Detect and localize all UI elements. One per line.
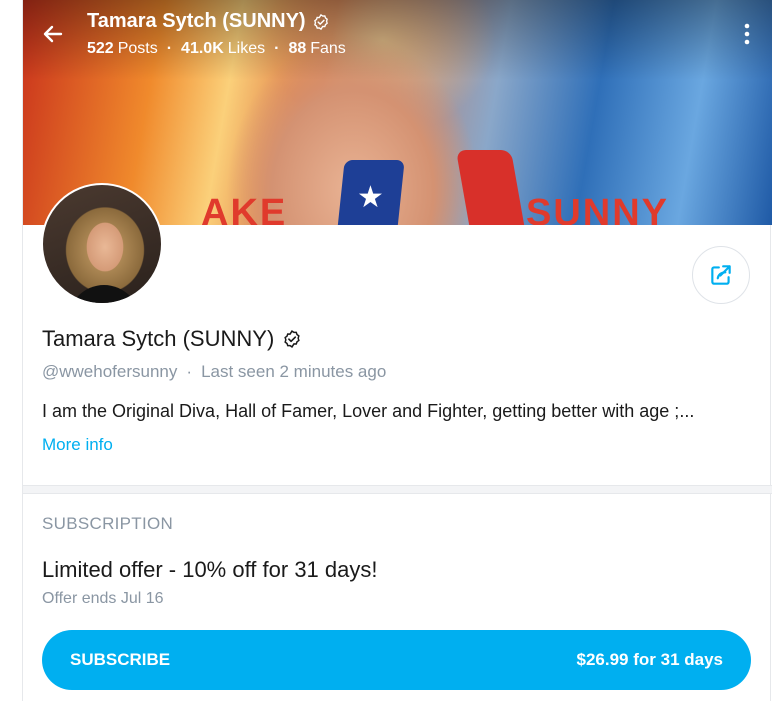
stats-separator: · <box>274 40 280 57</box>
section-divider <box>23 485 772 494</box>
stats-separator: · <box>166 40 173 57</box>
share-button[interactable] <box>692 246 750 304</box>
more-info-link[interactable]: More info <box>42 435 113 455</box>
banner-flag-red <box>455 150 526 225</box>
verified-icon <box>313 13 328 30</box>
avatar-body <box>68 285 140 303</box>
subscription-heading: SUBSCRIPTION <box>42 514 174 533</box>
avatar[interactable] <box>41 183 163 305</box>
likes-count: 41.0K <box>181 40 224 57</box>
offer-ends: Offer ends Jul 16 <box>42 590 164 607</box>
subscribe-button[interactable]: SUBSCRIBE $26.99 for 31 days <box>42 630 751 690</box>
profile-meta: @wwehofersunny · Last seen 2 minutes ago <box>42 362 386 382</box>
back-arrow-icon[interactable] <box>41 22 65 46</box>
more-vertical-icon[interactable] <box>744 22 750 46</box>
profile-handle[interactable]: @wwehofersunny <box>42 362 177 382</box>
posts-label: Posts <box>117 40 158 57</box>
meta-separator: · <box>186 362 193 381</box>
share-icon <box>711 265 731 285</box>
verified-icon <box>284 330 300 348</box>
banner-star: ★ <box>357 180 384 215</box>
likes-label: Likes <box>227 40 266 57</box>
header-stats: 522 Posts · 41.0K Likes · 88 Fans <box>87 40 346 58</box>
profile-name-row: Tamara Sytch (SUNNY) <box>42 326 302 352</box>
profile-page: ★ AKE SUNNY Tamara Sytch (SUNNY) 522 Pos… <box>22 0 772 701</box>
posts-count: 522 <box>87 40 114 57</box>
subscribe-price: $26.99 for 31 days <box>576 650 723 669</box>
subscribe-label: SUBSCRIBE <box>70 650 171 669</box>
profile-name: Tamara Sytch (SUNNY) <box>42 326 275 351</box>
header-title: Tamara Sytch (SUNNY) <box>87 10 306 32</box>
fans-label: Fans <box>310 40 346 57</box>
top-bar: Tamara Sytch (SUNNY) 522 Posts · 41.0K L… <box>23 0 772 70</box>
banner-text-right: SUNNY <box>526 192 670 225</box>
header-title-row: Tamara Sytch (SUNNY) <box>87 10 330 33</box>
last-seen-status: Last seen 2 minutes ago <box>201 362 387 381</box>
offer-title: Limited offer - 10% off for 31 days! <box>42 557 378 582</box>
banner-text-left: AKE <box>201 192 288 225</box>
profile-bio: I am the Original Diva, Hall of Famer, L… <box>42 401 695 421</box>
fans-count: 88 <box>288 40 307 57</box>
